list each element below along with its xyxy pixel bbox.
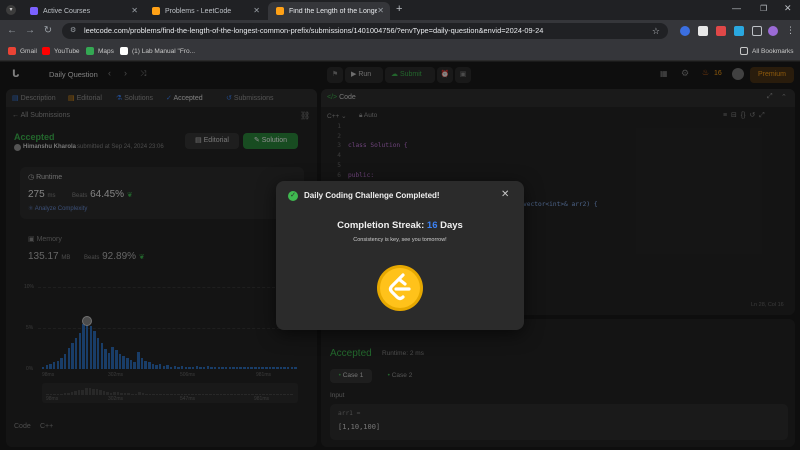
extension-icon[interactable] [698,26,708,36]
extensions-puzzle-icon[interactable] [752,26,762,36]
streak-suffix: Days [440,220,463,231]
browser-toolbar: ← → ↻ ⚙ leetcode.com/problems/find-the-l… [0,20,800,42]
browser-tab-strip: ▾ Active Courses ✕ Problems - LeetCode ✕… [0,0,800,20]
tab-favicon-icon [276,7,284,15]
forward-arrow-icon[interactable]: → [24,25,36,37]
tab-label: Find the Length of the Longest [289,7,377,15]
chrome-menu-icon[interactable]: ⋮ [786,25,795,36]
browser-tab-active-courses[interactable]: Active Courses ✕ [22,2,144,20]
extension-icon[interactable] [734,26,744,36]
tab-favicon-icon [30,7,38,15]
bookmark-lab-manual[interactable]: (1) Lab Manual "Fro... [120,47,195,55]
site-info-icon[interactable]: ⚙ [70,27,76,35]
daily-challenge-modal: ✓ Daily Coding Challenge Completed! ✕ Co… [276,181,524,330]
browser-tab-problems[interactable]: Problems - LeetCode ✕ [144,2,266,20]
restore-icon[interactable]: ❐ [760,4,767,13]
bookmark-star-icon[interactable]: ☆ [652,23,660,39]
extension-icon[interactable] [716,26,726,36]
close-tab-icon[interactable]: ✕ [253,6,260,15]
modal-subtitle: Consistency is key, see you tomorrow! [353,237,447,243]
url-text: leetcode.com/problems/find-the-length-of… [84,26,544,35]
browser-tab-find-length[interactable]: Find the Length of the Longest ✕ [268,2,390,20]
bookmark-maps[interactable]: Maps [86,47,114,55]
tab-favicon-icon [152,7,160,15]
close-window-icon[interactable]: ✕ [784,3,792,14]
back-arrow-icon[interactable]: ← [6,25,18,37]
streak-prefix: Completion Streak: [337,220,425,231]
tab-label: Problems - LeetCode [165,7,232,15]
bookmark-youtube[interactable]: YouTube [42,47,80,55]
modal-title: Daily Coding Challenge Completed! [304,191,440,200]
bookmark-label: (1) Lab Manual "Fro... [132,47,196,55]
close-icon[interactable]: ✕ [501,189,509,200]
document-icon [120,47,128,55]
close-tab-icon[interactable]: ✕ [377,6,384,15]
streak-number: 16 [426,220,438,231]
leetcode-coin-icon [376,264,424,312]
profile-avatar[interactable] [768,26,778,36]
all-bookmarks[interactable]: All Bookmarks [740,47,794,55]
bookmark-label: All Bookmarks [752,47,794,55]
folder-icon [740,47,748,55]
youtube-icon [42,47,50,55]
bookmark-label: Gmail [20,47,37,55]
new-tab-button[interactable]: + [396,3,402,15]
bookmark-gmail[interactable]: Gmail [8,47,37,55]
bookmarks-bar: Gmail YouTube Maps (1) Lab Manual "Fro..… [0,42,800,61]
gmail-icon [8,47,16,55]
close-tab-icon[interactable]: ✕ [131,6,138,15]
bookmark-label: Maps [98,47,114,55]
url-bar[interactable]: ⚙ leetcode.com/problems/find-the-length-… [62,23,668,39]
success-check-icon: ✓ [288,191,298,201]
bookmark-label: YouTube [54,47,80,55]
extension-icon[interactable] [680,26,690,36]
maps-icon [86,47,94,55]
reload-icon[interactable]: ↻ [42,25,54,37]
tab-search-icon[interactable]: ▾ [6,5,16,15]
tab-label: Active Courses [43,7,91,15]
minimize-icon[interactable]: — [732,3,741,13]
streak-line: Completion Streak: 16 Days [276,220,524,231]
